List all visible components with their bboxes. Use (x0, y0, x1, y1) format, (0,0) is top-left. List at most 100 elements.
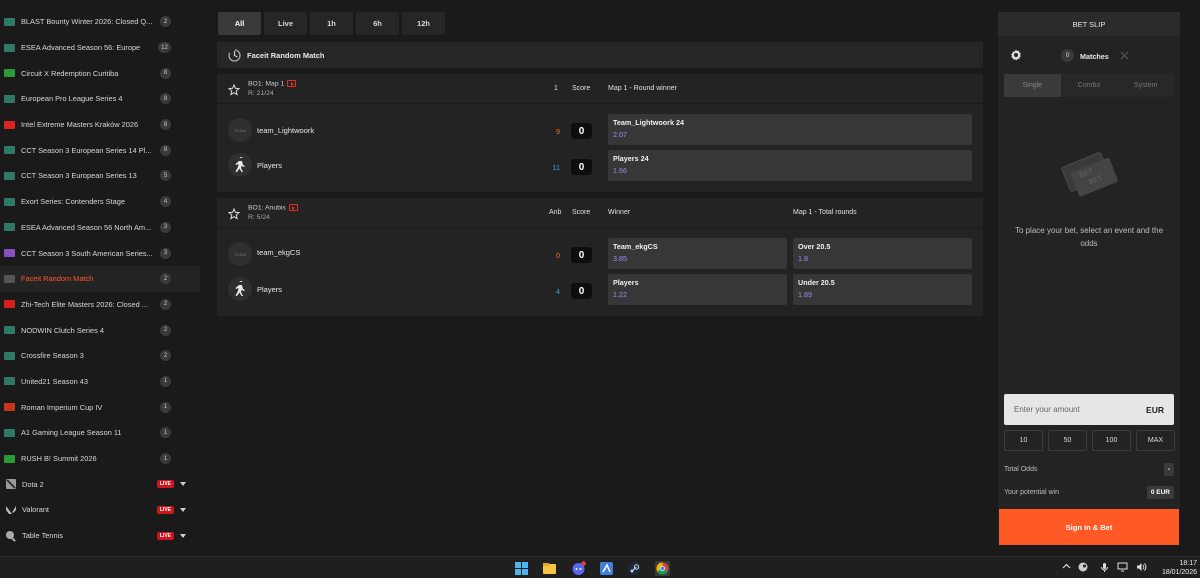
event-count-badge: 8 (160, 144, 171, 156)
chevron-down-icon[interactable] (180, 482, 186, 487)
chrome-icon[interactable] (655, 561, 670, 576)
event-count-badge: 12 (158, 42, 171, 54)
discord-icon[interactable] (571, 561, 586, 576)
sidebar-item-label: A1 Gaming League Season 11 (21, 428, 122, 438)
sign-in-and-bet-button[interactable]: Sign In & Bet (999, 509, 1179, 545)
market-title: Map 1 - Round winner (608, 85, 677, 92)
sidebar-item-tournament[interactable]: Circuit X Redemption Curitiba 8 (0, 60, 200, 86)
tab-live[interactable]: Live (264, 12, 307, 35)
sidebar-item-label: BLAST Bounty Winter 2026: Closed Q... (21, 17, 153, 27)
sidebar-item-tournament[interactable]: European Pro League Series 4 8 (0, 86, 200, 112)
matches-count-badge: 0 (1061, 49, 1074, 62)
odds-button[interactable]: Over 20.5 1.8 (793, 238, 972, 269)
volume-icon[interactable] (1136, 562, 1147, 574)
quick-amount-10-button[interactable]: 10 (1004, 430, 1043, 451)
sidebar-item-tournament[interactable]: Crossfire Season 3 2 (0, 343, 200, 369)
match-header: BO1: Anubis R: 5/24 Anb Score Winner Map… (217, 198, 983, 228)
country-flag-icon (4, 120, 15, 129)
sidebar-item-tournament[interactable]: Zhi-Tech Elite Masters 2026: Closed ... 2 (0, 292, 200, 318)
sidebar-item-tournament[interactable]: RUSH B! Summit 2026 1 (0, 446, 200, 472)
amount-input[interactable] (1014, 405, 1147, 414)
sidebar-item-game[interactable]: Table Tennis LIVE (0, 523, 200, 549)
tab-combo[interactable]: Combo (1060, 74, 1118, 97)
close-icon[interactable] (1120, 51, 1129, 60)
tab-12h[interactable]: 12h (402, 12, 445, 35)
sidebar-item-tournament[interactable]: A1 Gaming League Season 11 1 (0, 420, 200, 446)
file-explorer-icon[interactable] (542, 561, 557, 576)
clock-date: 18/01/2026 (1161, 569, 1197, 576)
sidebar-item-label: RUSH B! Summit 2026 (21, 454, 97, 464)
sidebar-item-label: Table Tennis (22, 531, 63, 541)
quick-amount-100-button[interactable]: 100 (1092, 430, 1131, 451)
stream-play-icon[interactable] (287, 80, 297, 87)
sidebar-item-label: United21 Season 43 (21, 376, 88, 386)
country-flag-icon (4, 171, 15, 180)
system-clock[interactable]: 18:17 18/01/2026 (1162, 559, 1197, 577)
sidebar-item-label: ESEA Advanced Season 56 North Am... (21, 222, 152, 232)
chevron-down-icon[interactable] (180, 533, 186, 538)
tab-single[interactable]: Single (1004, 74, 1061, 97)
total-odds-value: - (1163, 463, 1174, 476)
match-card: BO1: Anubis R: 5/24 Anb Score Winner Map… (217, 198, 983, 316)
odds-button[interactable]: Under 20.5 1.89 (793, 274, 972, 305)
sidebar-item-game[interactable]: Dota 2 LIVE (0, 471, 200, 497)
sidebar-item-tournament[interactable]: ESEA Advanced Season 56: Europe 12 (0, 35, 200, 61)
matches-label: Matches (1080, 52, 1109, 61)
live-badge: LIVE (156, 480, 174, 489)
favorite-star-icon[interactable] (228, 84, 240, 96)
amount-field[interactable]: EUR (1004, 394, 1174, 425)
steam-tray-icon[interactable] (1078, 562, 1088, 574)
chevron-down-icon[interactable] (180, 507, 186, 512)
sidebar-item-tournament[interactable]: BLAST Bounty Winter 2026: Closed Q... 2 (0, 9, 200, 35)
stream-play-icon[interactable] (288, 204, 298, 211)
sidebar-item-label: Dota 2 (22, 479, 44, 489)
sidebar-item-tournament[interactable]: United21 Season 43 1 (0, 369, 200, 395)
odds-selection: Over 20.5 (798, 242, 831, 251)
map-column-label: 1 (554, 85, 558, 92)
sidebar-item-tournament[interactable]: Faceit Random Match 2 (0, 265, 200, 292)
favorite-star-icon[interactable] (228, 208, 240, 220)
sidebar-item-tournament[interactable]: Exort Series: Contenders Stage 4 (0, 189, 200, 215)
sidebar-item-tournament[interactable]: NODWIN Clutch Series 4 2 (0, 317, 200, 343)
tab-all[interactable]: All (218, 12, 261, 35)
sidebar-item-tournament[interactable]: CCT Season 3 South American Series... 3 (0, 240, 200, 266)
app-icon[interactable] (599, 561, 614, 576)
sidebar-item-label: Valorant (22, 505, 49, 515)
odds-button[interactable]: Players 24 1.66 (608, 150, 972, 181)
team-score: 0 (571, 247, 592, 263)
sidebar-item-tournament[interactable]: Intel Extreme Masters Kraków 2026 8 (0, 112, 200, 138)
sidebar-item-game[interactable]: Valorant LIVE (0, 497, 200, 523)
odds-button[interactable]: Team_ekgCS 3.85 (608, 238, 787, 269)
player-silhouette-icon (228, 277, 252, 301)
sidebar-item-tournament[interactable]: CCT Season 3 European Series 13 5 (0, 163, 200, 189)
chevron-up-icon[interactable] (1062, 562, 1071, 573)
sidebar-item-label: European Pro League Series 4 (21, 94, 123, 104)
round-info: R: 5/24 (248, 214, 270, 221)
network-icon[interactable] (1117, 562, 1128, 574)
quick-amount-max-button[interactable]: MAX (1136, 430, 1175, 451)
odds-value: 1.8 (798, 254, 808, 263)
odds-button[interactable]: Players 1.22 (608, 274, 787, 305)
sidebar-item-label: Exort Series: Contenders Stage (21, 197, 125, 207)
total-odds-label: Total Odds (1004, 466, 1038, 473)
clock-time: 18:17 (1179, 560, 1197, 567)
quick-amount-50-button[interactable]: 50 (1048, 430, 1087, 451)
steam-icon[interactable] (627, 561, 642, 576)
country-flag-icon (4, 351, 15, 360)
sidebar-item-label: Circuit X Redemption Curitiba (21, 68, 119, 78)
gear-icon[interactable] (1010, 49, 1022, 61)
windows-start-icon[interactable] (514, 561, 529, 576)
market-title: Winner (608, 209, 631, 216)
team-map-rounds: 9 (556, 127, 560, 136)
country-flag-icon (4, 197, 15, 206)
microphone-icon[interactable] (1100, 562, 1109, 575)
odds-button[interactable]: Team_Lightwoork 24 2.07 (608, 114, 972, 145)
sidebar-item-tournament[interactable]: Roman Imperium Cup IV 1 (0, 394, 200, 420)
country-flag-icon (4, 223, 15, 232)
tab-6h[interactable]: 6h (356, 12, 399, 35)
tab-system[interactable]: System (1117, 74, 1175, 97)
team-logo: TEAM (228, 242, 252, 266)
sidebar-item-tournament[interactable]: ESEA Advanced Season 56 North Am... 3 (0, 215, 200, 241)
sidebar-item-tournament[interactable]: CCT Season 3 European Series 14 Pl... 8 (0, 137, 200, 163)
tab-1h[interactable]: 1h (310, 12, 353, 35)
